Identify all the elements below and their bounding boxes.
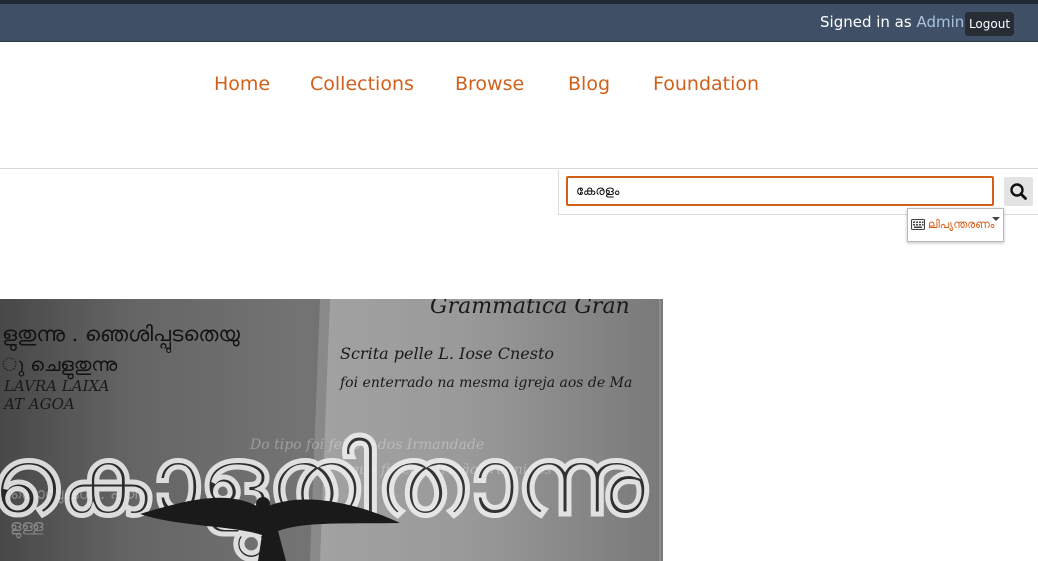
- main-nav: Home Collections Browse Blog Foundation: [0, 42, 1038, 169]
- nav-item-foundation[interactable]: Foundation: [653, 73, 759, 95]
- signed-in-prefix: Signed in as: [820, 13, 917, 31]
- hero-text-top-left-3: AT AGOA: [2, 395, 75, 413]
- admin-bar: Signed in as Admin Logout: [0, 4, 1038, 42]
- transliteration-dropdown[interactable]: ലിപ്യന്തരണം: [907, 208, 1004, 242]
- search-icon: [1010, 183, 1027, 200]
- nav-item-blog[interactable]: Blog: [568, 73, 610, 95]
- manuscript-collage: ളുതുന്നു . ഞെശിപ്പുടതെയു ു ചെളുതുന്നു LA…: [0, 299, 663, 561]
- search-input[interactable]: [566, 176, 994, 206]
- admin-user-link[interactable]: Admin: [916, 13, 964, 31]
- nav-item-browse[interactable]: Browse: [455, 73, 524, 95]
- hero-banner-image: ളുതുന്നു . ഞെശിപ്പുടതെയു ു ചെളുതുന്നു LA…: [0, 299, 663, 561]
- hero-text-top-right-2: foi enterrado na mesma igreja aos de Ma: [339, 375, 632, 391]
- caret-down-icon: [992, 217, 1000, 221]
- transliteration-label: ലിപ്യന്തരണം: [928, 218, 995, 231]
- nav-item-collections[interactable]: Collections: [310, 73, 414, 95]
- signed-in-status: Signed in as Admin: [820, 13, 964, 31]
- hero-text-top-right-1: Scrita pelle L. Iose Cnesto: [340, 344, 554, 363]
- hero-text-top-left-2: LAVRA LAIXA: [3, 377, 110, 395]
- nav-item-home[interactable]: Home: [214, 73, 270, 95]
- keyboard-icon: [911, 219, 925, 230]
- hero-text-top-right-0: Grammatica Gran: [430, 299, 630, 319]
- search-button[interactable]: [1004, 177, 1033, 206]
- logout-button[interactable]: Logout: [965, 12, 1014, 36]
